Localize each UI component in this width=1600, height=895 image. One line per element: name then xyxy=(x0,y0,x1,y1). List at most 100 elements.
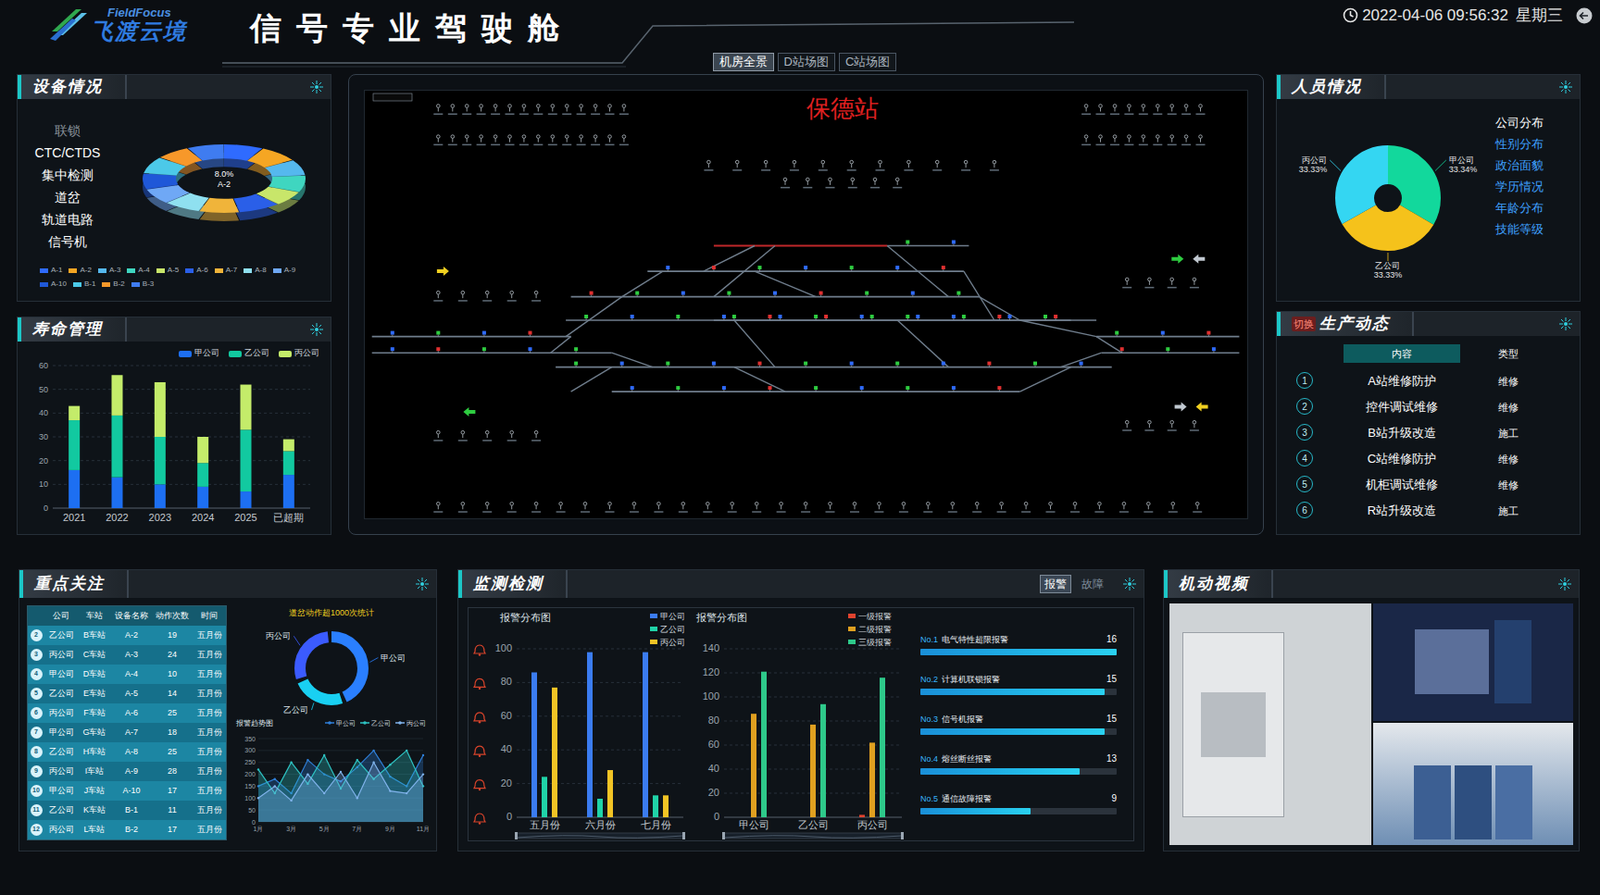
signal-post xyxy=(958,295,960,298)
expand-icon[interactable] xyxy=(310,80,324,94)
production-row[interactable]: 3B站升级改造施工 xyxy=(1276,419,1580,446)
category-item[interactable]: 轨道电路 xyxy=(41,208,94,231)
category-label: 轨道电路 xyxy=(41,212,94,227)
legend-label: 乙公司 xyxy=(371,720,391,727)
monitor-tab[interactable]: 报警 xyxy=(1039,575,1072,594)
table-row[interactable]: 9丙公司I车站A-928五月份 xyxy=(27,762,226,782)
personnel-menu-item[interactable]: 学历情况 xyxy=(1495,175,1544,198)
view-tab[interactable]: D站场图 xyxy=(777,52,836,72)
table-row[interactable]: 7甲公司G车站A-718五月份 xyxy=(27,723,226,743)
ranking-count: 9 xyxy=(1111,793,1117,805)
signal xyxy=(726,291,731,296)
back-icon[interactable] xyxy=(1575,7,1593,25)
signal xyxy=(864,291,869,296)
zoom-slider[interactable] xyxy=(514,832,686,840)
equipment-icon xyxy=(892,177,902,188)
view-select[interactable] xyxy=(373,93,413,101)
y-tick: 40 xyxy=(38,408,49,418)
bar xyxy=(283,439,295,452)
monitor-tab[interactable]: 故障 xyxy=(1076,575,1109,594)
legend-label: 乙公司 xyxy=(660,625,686,635)
table-cell: 丙公司 xyxy=(49,650,75,660)
expand-icon[interactable] xyxy=(1559,317,1573,331)
video-frame[interactable] xyxy=(1373,723,1574,847)
signal-post xyxy=(775,295,776,298)
category-item[interactable]: 联锁 xyxy=(54,119,81,142)
zoom-slider[interactable] xyxy=(722,832,904,840)
production-row[interactable]: 5机柜调试维修维修 xyxy=(1276,471,1580,498)
signal xyxy=(482,331,487,336)
equipment-icon xyxy=(605,135,615,146)
signal-post xyxy=(850,269,852,272)
table-row[interactable]: 4甲公司D车站A-410五月份 xyxy=(27,664,226,685)
production-row[interactable]: 1A站维修防护维修 xyxy=(1276,367,1580,394)
switch-button[interactable]: 切换 xyxy=(1291,316,1316,332)
category-item[interactable]: 集中检测 xyxy=(41,163,94,187)
legend-label: 丙公司 xyxy=(660,637,686,648)
production-row[interactable]: 6R站升级改造施工 xyxy=(1276,497,1580,524)
equipment-donut: 8.0%A-2 xyxy=(136,137,313,231)
personnel-menu-item[interactable]: 政治面貌 xyxy=(1495,154,1544,176)
production-row[interactable]: 2控件调试维修维修 xyxy=(1276,393,1580,420)
expand-icon[interactable] xyxy=(415,577,429,591)
table-row[interactable]: 11乙公司K车站B-111五月份 xyxy=(27,800,226,821)
view-tab[interactable]: 机房全景 xyxy=(712,52,775,72)
trend-point xyxy=(274,778,276,781)
equipment-icon xyxy=(1110,104,1120,115)
signal-post xyxy=(759,269,761,272)
signal-post xyxy=(1009,318,1011,321)
expand-icon[interactable] xyxy=(1123,577,1137,591)
legend-swatch xyxy=(101,282,111,288)
row-number: 5 xyxy=(30,687,43,700)
category-item[interactable]: 信号机 xyxy=(48,230,88,253)
table-row[interactable]: 5乙公司E车站A-514五月份 xyxy=(27,684,226,704)
signal xyxy=(589,291,594,296)
view-tab[interactable]: C站场图 xyxy=(838,52,897,72)
production-row[interactable]: 4C站维修防护维修 xyxy=(1276,445,1580,472)
table-row[interactable]: 12丙公司L车站B-217五月份 xyxy=(27,820,226,840)
signal-post xyxy=(1208,335,1210,338)
legend-label: 三级报警 xyxy=(858,637,892,648)
rank-label: No.3 xyxy=(920,713,938,725)
donut-label: A-2 xyxy=(217,179,231,189)
table-row[interactable]: 6丙公司F车站A-625五月份 xyxy=(27,703,226,724)
pie-label: 甲公司 xyxy=(1449,155,1475,165)
category-item[interactable]: 道岔 xyxy=(54,186,81,209)
row-number: 4 xyxy=(30,668,43,681)
legend-item: B-2 xyxy=(101,278,125,290)
bar xyxy=(652,795,659,818)
signal-post xyxy=(861,318,863,321)
personnel-menu-item[interactable]: 技能等级 xyxy=(1495,218,1544,240)
table-row[interactable]: 2乙公司B车站A-219五月份 xyxy=(27,625,226,646)
signal-post xyxy=(677,318,679,321)
table-cell: 11 xyxy=(167,805,176,815)
track xyxy=(713,246,775,298)
table-row[interactable]: 8乙公司H车站A-825五月份 xyxy=(27,742,226,763)
expand-icon[interactable] xyxy=(310,323,324,337)
equipment-icon xyxy=(458,502,468,513)
category-item[interactable]: CTC/CTDS xyxy=(35,141,101,164)
bar xyxy=(68,470,80,509)
personnel-menu-item[interactable]: 公司分布 xyxy=(1495,112,1544,134)
expand-icon[interactable] xyxy=(1559,80,1573,94)
personnel-menu-item[interactable]: 性别分布 xyxy=(1495,133,1544,155)
equipment-icon xyxy=(1081,104,1091,115)
table-row[interactable]: 10甲公司J车站A-1017五月份 xyxy=(27,781,226,801)
signal-post xyxy=(850,365,852,368)
panel-title: 机动视频 xyxy=(1178,572,1250,597)
video-frame[interactable] xyxy=(1169,603,1372,846)
bar xyxy=(587,652,593,818)
signal xyxy=(987,362,991,366)
y-tick: 100 xyxy=(702,690,720,702)
production-header: 内容类型 xyxy=(1276,343,1580,364)
video-frame[interactable] xyxy=(1373,603,1574,722)
bar xyxy=(662,795,669,818)
trend-area xyxy=(258,750,424,823)
equipment-icon xyxy=(653,502,663,513)
signal xyxy=(574,347,578,351)
table-cell: 五月份 xyxy=(197,727,223,738)
table-row[interactable]: 3丙公司C车站A-324五月份 xyxy=(27,645,226,665)
legend-swatch xyxy=(39,282,49,288)
personnel-menu-item[interactable]: 年龄分布 xyxy=(1495,197,1544,219)
expand-icon[interactable] xyxy=(1558,577,1572,591)
